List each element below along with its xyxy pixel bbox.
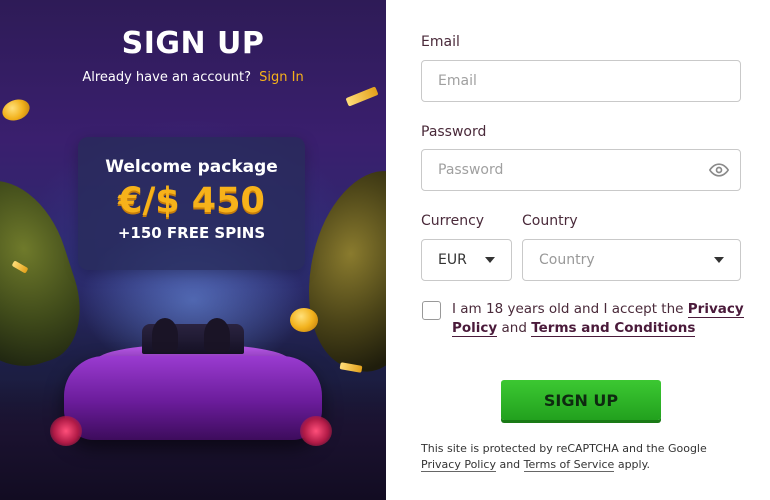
age-terms-checkbox[interactable]: [422, 301, 441, 320]
coin-icon: [290, 308, 318, 332]
bonus-amount: €/$ 450: [118, 181, 265, 221]
accept-and: and: [501, 320, 527, 336]
gold-bar-icon: [345, 86, 379, 107]
tail-light: [50, 416, 82, 446]
password-label: Password: [421, 124, 487, 140]
convertible-car: [64, 356, 322, 440]
welcome-package-card: Welcome package €/$ 450 +150 FREE SPINS: [78, 137, 305, 270]
page-title: SIGN UP: [121, 26, 265, 61]
country-select[interactable]: Country: [522, 239, 741, 281]
sign-in-link[interactable]: Sign In: [259, 70, 304, 85]
tail-light: [300, 416, 332, 446]
country-label: Country: [522, 213, 578, 229]
google-privacy-link[interactable]: Privacy Policy: [421, 458, 496, 472]
currency-value: EUR: [438, 252, 467, 268]
accept-terms-text: I am 18 years old and I accept the Priva…: [452, 300, 752, 338]
coin-icon: [0, 95, 33, 125]
welcome-package-label: Welcome package: [105, 157, 278, 177]
google-terms-link[interactable]: Terms of Service: [523, 458, 615, 472]
passenger-silhouette: [152, 318, 178, 352]
have-account-line: Already have an account? Sign In: [0, 70, 386, 85]
chevron-down-icon: [714, 257, 724, 263]
signup-form: Email Password Currency Country EUR Coun…: [386, 0, 770, 500]
email-field[interactable]: [421, 60, 741, 102]
recaptcha-text: This site is protected by reCAPTCHA and …: [421, 442, 707, 455]
recaptcha-notice: This site is protected by reCAPTCHA and …: [421, 441, 751, 473]
email-label: Email: [421, 34, 460, 50]
terms-conditions-link[interactable]: Terms and Conditions: [531, 320, 696, 337]
eye-icon[interactable]: [708, 160, 730, 180]
password-field[interactable]: [421, 149, 741, 191]
sign-up-button[interactable]: SIGN UP: [501, 380, 661, 420]
currency-label: Currency: [421, 213, 485, 229]
promo-panel: SIGN UP Already have an account? Sign In…: [0, 0, 386, 500]
passenger-silhouette: [204, 318, 230, 352]
currency-select[interactable]: EUR: [421, 239, 512, 281]
chevron-down-icon: [485, 257, 495, 263]
accept-prefix: I am 18 years old and I accept the: [452, 301, 684, 317]
country-value: Country: [539, 252, 595, 268]
recaptcha-suffix: apply.: [617, 458, 651, 471]
free-spins-text: +150 FREE SPINS: [117, 224, 266, 242]
recaptcha-and: and: [499, 458, 521, 471]
password-field-wrapper: [421, 149, 741, 191]
have-account-text: Already have an account?: [82, 70, 251, 85]
